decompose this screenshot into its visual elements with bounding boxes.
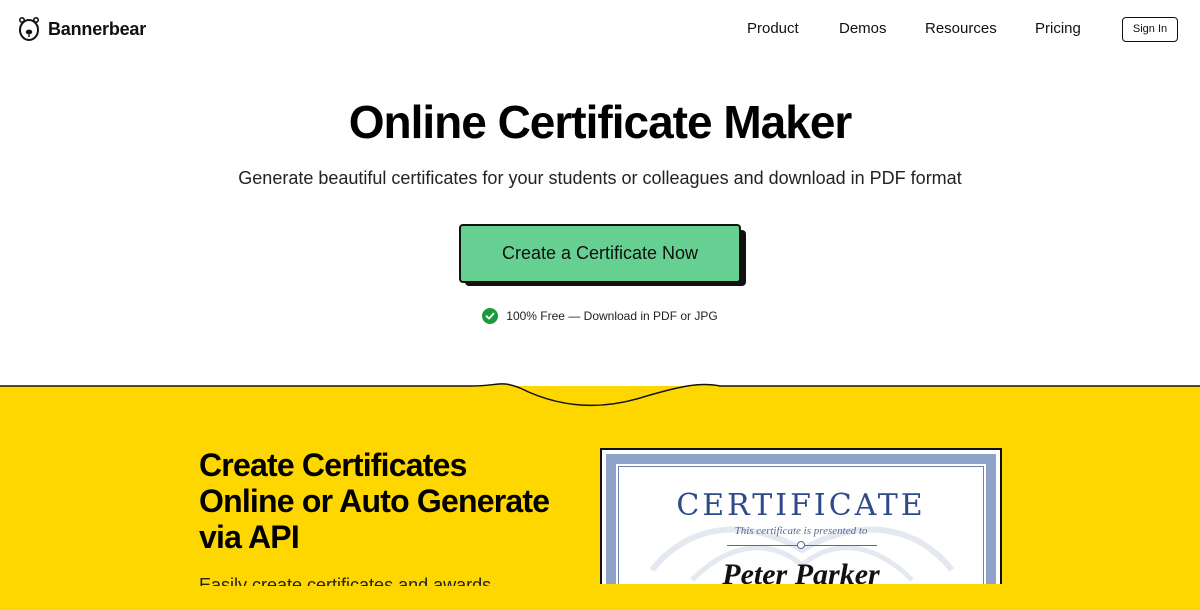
certificate-presented-text: This certificate is presented to — [734, 525, 868, 537]
free-note: 100% Free — Download in PDF or JPG — [0, 308, 1200, 324]
certificate-divider-ornament — [797, 541, 805, 549]
nav-demos[interactable]: Demos — [839, 20, 887, 37]
certificate-title: CERTIFICATE — [676, 488, 926, 523]
section-title-line: via API — [199, 519, 300, 555]
page-title: Online Certificate Maker — [348, 96, 853, 148]
section-title-line: Create Certificates — [199, 447, 467, 483]
create-certificate-button[interactable]: Create a Certificate Now — [459, 224, 741, 283]
section-title-line: Online or Auto Generate — [199, 483, 550, 519]
certificate-recipient-name: Peter Parker — [722, 558, 880, 584]
check-circle-icon — [482, 308, 499, 324]
nav-resources[interactable]: Resources — [925, 20, 997, 37]
top-navbar: Bannerbear Product Demos Resources Prici… — [0, 0, 1200, 60]
certificate-preview: CERTIFICATE This certificate is presente… — [600, 448, 1002, 584]
hero-subtitle: Generate beautiful certificates for your… — [238, 168, 962, 188]
nav-product[interactable]: Product — [747, 20, 799, 37]
nav-pricing[interactable]: Pricing — [1035, 20, 1081, 37]
section-wave-divider — [0, 383, 1200, 416]
free-note-text: 100% Free — Download in PDF or JPG — [506, 309, 718, 323]
section-title: Create Certificates Online or Auto Gener… — [199, 447, 599, 555]
sign-in-button[interactable]: Sign In — [1122, 17, 1178, 42]
section-text: Easily create certificates and awards — [199, 575, 492, 586]
nav-links: Product Demos Resources Pricing — [0, 20, 1200, 40]
